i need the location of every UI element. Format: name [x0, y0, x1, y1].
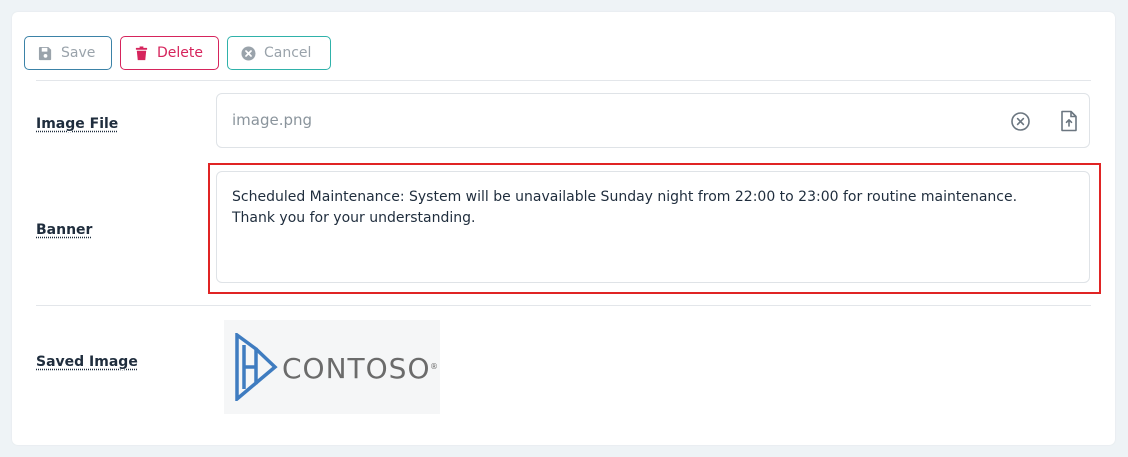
saved-image-label: Saved Image [36, 354, 138, 370]
cancel-label: Cancel [264, 45, 312, 61]
cancel-button[interactable]: Cancel [227, 36, 331, 70]
saved-image: CONTOSO ® [224, 320, 440, 414]
delete-label: Delete [157, 45, 203, 61]
banner-textarea[interactable]: Scheduled Maintenance: System will be un… [216, 171, 1090, 283]
contoso-logo-text: CONTOSO [282, 352, 431, 385]
divider [36, 305, 1091, 306]
cancel-circle-icon [241, 45, 256, 61]
save-button[interactable]: Save [24, 36, 112, 70]
image-file-field[interactable]: image.png [216, 93, 1090, 148]
image-file-value: image.png [232, 111, 313, 129]
file-upload-icon[interactable] [1059, 110, 1079, 132]
save-icon [38, 46, 53, 61]
trash-icon [134, 45, 149, 61]
contoso-logo-mark [235, 333, 278, 401]
divider [36, 80, 1091, 81]
image-file-label: Image File [36, 116, 119, 132]
clear-circle-icon[interactable] [1010, 111, 1031, 132]
save-label: Save [61, 45, 96, 61]
banner-label: Banner [36, 222, 93, 238]
registered-mark: ® [430, 362, 438, 371]
delete-button[interactable]: Delete [120, 36, 219, 70]
